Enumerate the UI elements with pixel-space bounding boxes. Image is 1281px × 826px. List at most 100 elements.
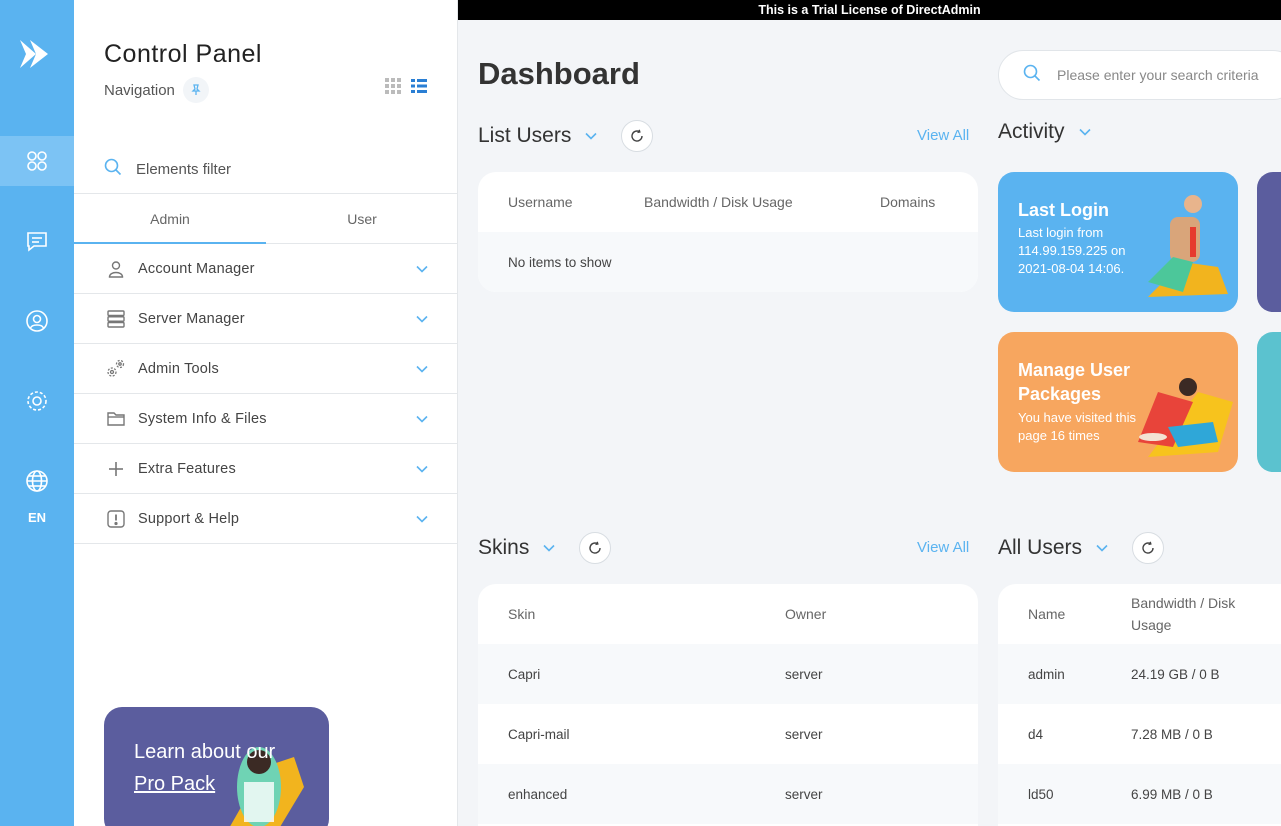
column-header[interactable]: Skin (478, 606, 785, 622)
chevron-down-icon (416, 410, 428, 428)
table-row[interactable]: ld50 6.99 MB / 0 B (998, 764, 1281, 824)
menu-label: Account Manager (138, 260, 255, 277)
elements-filter-input[interactable] (136, 161, 396, 178)
column-header[interactable]: Username (478, 194, 644, 210)
menu-label: Extra Features (138, 460, 236, 477)
skins-title: Skins (478, 536, 530, 559)
skins-view-all[interactable]: View All (917, 539, 969, 556)
search-icon (104, 158, 122, 181)
panel-title: Control Panel (104, 40, 262, 68)
tile-title: Manage User Packages (1018, 360, 1131, 404)
table-header: Name Bandwidth / Disk Usage (998, 584, 1281, 644)
table-cell: server (785, 726, 823, 742)
table-row[interactable]: Capri server (478, 644, 978, 704)
global-search (998, 50, 1281, 100)
list-users-view-all[interactable]: View All (917, 127, 969, 144)
empty-state: No items to show (478, 232, 978, 292)
table-cell: 24.19 GB / 0 B (1131, 666, 1220, 682)
elements-filter (104, 158, 428, 181)
pro-pack-promo[interactable]: Learn about our Pro Pack (104, 707, 329, 826)
navigation-subtitle: Navigation (104, 77, 209, 103)
directadmin-logo-icon[interactable] (14, 34, 54, 74)
pin-icon[interactable] (182, 77, 209, 103)
global-search-input[interactable] (1057, 67, 1281, 83)
refresh-icon[interactable] (1132, 532, 1165, 564)
messages-icon[interactable] (0, 216, 74, 266)
table-cell: Capri (508, 666, 541, 682)
promo-text: Learn about our (134, 741, 276, 763)
table-row[interactable]: d4 7.28 MB / 0 B (998, 704, 1281, 764)
column-header[interactable]: Name (998, 606, 1131, 622)
tile-description: You have visited this page 16 times (1018, 410, 1137, 443)
refresh-icon[interactable] (621, 120, 654, 152)
search-icon (1023, 64, 1041, 87)
icon-rail: EN (0, 0, 74, 826)
table-row[interactable]: admin 24.19 GB / 0 B (998, 644, 1281, 704)
tab-user[interactable]: User (266, 194, 458, 243)
chevron-down-icon[interactable] (585, 132, 597, 140)
table-cell: 7.28 MB / 0 B (1131, 726, 1213, 742)
tab-admin[interactable]: Admin (74, 194, 266, 244)
table-cell: ld50 (1028, 786, 1054, 802)
table-cell: enhanced (508, 786, 568, 802)
menu-label: Support & Help (138, 510, 240, 527)
settings-icon[interactable] (0, 376, 74, 426)
activity-title: Activity (998, 120, 1065, 143)
table-row[interactable]: enhanced server (478, 764, 978, 824)
skins-header: Skins (478, 532, 612, 564)
table-cell: admin (1028, 666, 1065, 682)
table-cell: server (785, 666, 823, 682)
navigation-label: Navigation (104, 81, 175, 99)
language-label[interactable]: EN (0, 510, 74, 525)
table-cell: 6.99 MB / 0 B (1131, 786, 1213, 802)
chevron-down-icon (416, 360, 428, 378)
menu-support-help[interactable]: Support & Help (74, 494, 458, 544)
activity-tile-partial[interactable] (1257, 332, 1281, 472)
tile-title: Last Login (1018, 200, 1109, 220)
menu-admin-tools[interactable]: Admin Tools (74, 344, 458, 394)
dashboard-icon[interactable] (0, 136, 74, 186)
list-view-icon[interactable] (411, 78, 427, 99)
user-profile-icon[interactable] (0, 296, 74, 346)
all-users-table: Name Bandwidth / Disk Usage admin 24.19 … (998, 584, 1281, 826)
table-cell: d4 (1028, 726, 1044, 742)
grid-view-icon[interactable] (385, 78, 401, 99)
tile-description: Last login from 114.99.159.225 on 2021-0… (1018, 225, 1126, 276)
account-icon (106, 259, 126, 279)
manage-user-packages-tile[interactable]: Manage User Packages You have visited th… (998, 332, 1238, 472)
activity-header: Activity (998, 120, 1091, 144)
chevron-down-icon (416, 510, 428, 528)
menu-server-manager[interactable]: Server Manager (74, 294, 458, 344)
refresh-icon[interactable] (579, 532, 612, 564)
chevron-down-icon (416, 310, 428, 328)
table-header: Skin Owner (478, 584, 978, 644)
table-cell: Capri-mail (508, 726, 570, 742)
server-icon (106, 309, 126, 329)
menu-label: Server Manager (138, 310, 245, 327)
menu-system-info-files[interactable]: System Info & Files (74, 394, 458, 444)
column-header[interactable]: Owner (785, 606, 826, 622)
nav-menu: Account Manager Server Manager Admin Too… (74, 244, 458, 544)
activity-tile-partial[interactable] (1257, 172, 1281, 312)
chevron-down-icon[interactable] (1078, 128, 1091, 136)
menu-label: Admin Tools (138, 360, 219, 377)
gears-icon (106, 359, 126, 379)
chevron-down-icon (416, 260, 428, 278)
column-header[interactable]: Domains (880, 194, 978, 210)
all-users-title: All Users (998, 536, 1083, 559)
column-header[interactable]: Bandwidth / Disk Usage (644, 194, 880, 210)
menu-account-manager[interactable]: Account Manager (74, 244, 458, 294)
view-toggle (385, 78, 427, 99)
menu-extra-features[interactable]: Extra Features (74, 444, 458, 494)
column-header[interactable]: Bandwidth / Disk Usage (1131, 592, 1271, 636)
chevron-down-icon[interactable] (1096, 544, 1108, 552)
promo-link[interactable]: Pro Pack (134, 773, 215, 796)
table-row[interactable]: Capri-mail server (478, 704, 978, 764)
last-login-tile[interactable]: Last Login Last login from 114.99.159.22… (998, 172, 1238, 312)
page-title: Dashboard (478, 56, 640, 91)
language-globe-icon[interactable] (0, 456, 74, 506)
role-tabs: Admin User (74, 193, 458, 244)
menu-label: System Info & Files (138, 410, 267, 427)
chevron-down-icon[interactable] (543, 544, 555, 552)
navigation-panel: Control Panel Navigation Admin User Acco… (74, 0, 458, 826)
